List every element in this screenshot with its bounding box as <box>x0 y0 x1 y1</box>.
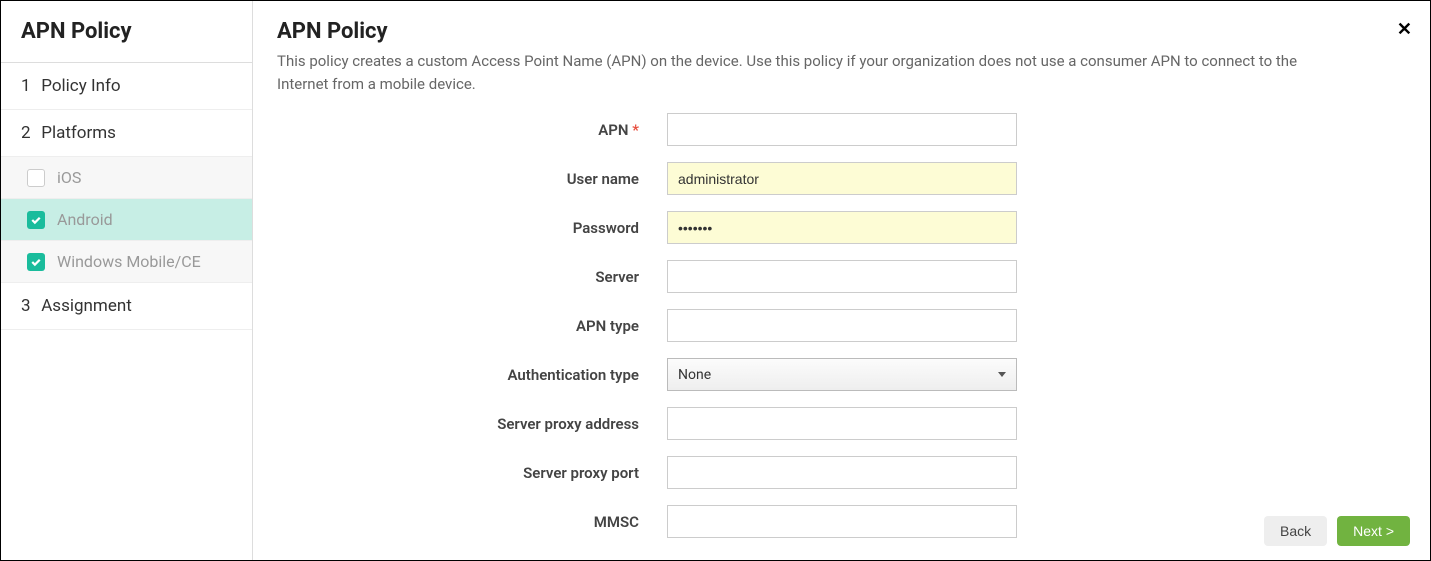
row-apntype: APN type <box>277 309 1406 342</box>
select-value: None <box>678 367 711 383</box>
step-num: 3 <box>21 296 37 316</box>
step-policy-info[interactable]: 1 Policy Info <box>1 63 252 110</box>
row-apn: APN * <box>277 113 1406 146</box>
mmsc-input[interactable] <box>667 505 1017 538</box>
checkbox-checked-icon[interactable] <box>27 253 45 271</box>
main-panel: ✕ APN Policy This policy creates a custo… <box>253 1 1430 560</box>
platform-label: iOS <box>57 168 81 187</box>
step-label: Assignment <box>41 296 132 316</box>
platform-label: Android <box>57 210 113 229</box>
proxyaddr-input[interactable] <box>667 407 1017 440</box>
platform-ios[interactable]: iOS <box>1 157 252 199</box>
label-apntype: APN type <box>277 317 667 335</box>
platform-windows[interactable]: Windows Mobile/CE <box>1 241 252 283</box>
platform-android[interactable]: Android <box>1 199 252 241</box>
label-mmsc: MMSC <box>277 513 667 531</box>
next-button[interactable]: Next > <box>1337 516 1410 546</box>
step-assignment[interactable]: 3 Assignment <box>1 283 252 330</box>
step-num: 2 <box>21 123 37 143</box>
caret-down-icon <box>998 372 1006 377</box>
step-num: 1 <box>21 76 37 96</box>
step-platforms[interactable]: 2 Platforms <box>1 110 252 157</box>
sidebar: APN Policy 1 Policy Info 2 Platforms iOS… <box>1 1 253 560</box>
row-mmsc: MMSC <box>277 505 1406 538</box>
page-description: This policy creates a custom Access Poin… <box>277 50 1327 95</box>
row-proxyaddr: Server proxy address <box>277 407 1406 440</box>
authtype-select[interactable]: None <box>667 358 1017 391</box>
step-label: Policy Info <box>41 76 120 96</box>
label-username: User name <box>277 170 667 188</box>
label-authtype: Authentication type <box>277 366 667 384</box>
checkbox-unchecked-icon[interactable] <box>27 169 45 187</box>
back-button[interactable]: Back <box>1264 516 1327 546</box>
server-input[interactable] <box>667 260 1017 293</box>
label-text: APN <box>598 121 628 139</box>
step-label: Platforms <box>41 123 116 143</box>
page-title: APN Policy <box>277 19 1406 44</box>
apntype-input[interactable] <box>667 309 1017 342</box>
required-asterisk: * <box>632 121 639 139</box>
row-server: Server <box>277 260 1406 293</box>
checkbox-checked-icon[interactable] <box>27 211 45 229</box>
form: APN * User name Password Server APN type <box>277 113 1406 538</box>
proxyport-input[interactable] <box>667 456 1017 489</box>
label-proxyport: Server proxy port <box>277 464 667 482</box>
footer: Back Next > <box>1264 516 1410 546</box>
row-password: Password <box>277 211 1406 244</box>
row-proxyport: Server proxy port <box>277 456 1406 489</box>
label-server: Server <box>277 268 667 286</box>
label-password: Password <box>277 219 667 237</box>
platform-list: iOS Android Windows Mobile/CE <box>1 157 252 283</box>
platform-label: Windows Mobile/CE <box>57 252 201 271</box>
password-input[interactable] <box>667 211 1017 244</box>
label-apn: APN * <box>277 121 667 139</box>
close-icon[interactable]: ✕ <box>1397 19 1412 40</box>
apn-input[interactable] <box>667 113 1017 146</box>
dialog-container: APN Policy 1 Policy Info 2 Platforms iOS… <box>0 0 1431 561</box>
username-input[interactable] <box>667 162 1017 195</box>
row-authtype: Authentication type None <box>277 358 1406 391</box>
sidebar-title: APN Policy <box>1 1 252 63</box>
label-proxyaddr: Server proxy address <box>277 415 667 433</box>
row-username: User name <box>277 162 1406 195</box>
